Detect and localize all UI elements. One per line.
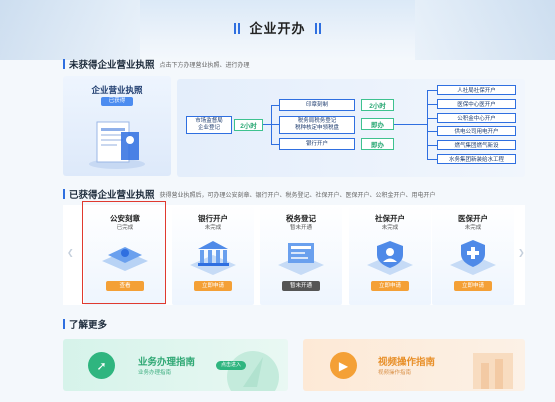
service-status: 未完成 xyxy=(381,225,399,231)
unavailable-button[interactable]: 暂未开通 xyxy=(282,281,320,291)
guide-subtitle: 业务办理指南 xyxy=(138,370,172,376)
apply-button[interactable]: 立即申请 xyxy=(194,281,232,291)
enter-button[interactable]: 点击进入 xyxy=(216,361,246,370)
page-title: 企业开办 xyxy=(0,18,555,37)
flow-step-social-security: 人社局社保开户 xyxy=(437,85,516,95)
service-status: 未完成 xyxy=(204,225,222,231)
apply-button[interactable]: 立即申请 xyxy=(371,281,409,291)
flow-time-badge: 2小时 xyxy=(234,119,263,131)
service-card-social[interactable]: 社保开户 未完成 立即申请 xyxy=(349,205,431,305)
business-guide-card[interactable]: ➚ 业务办理指南 业务办理指南 点击进入 xyxy=(63,339,288,391)
video-guide-card[interactable]: ▶ 视频操作指南 视频操作指南 xyxy=(303,339,525,391)
section-heading-more: 了解更多 xyxy=(63,317,107,331)
flow-step-fund: 公积金中心开户 xyxy=(437,113,516,123)
decor-pattern xyxy=(473,353,513,389)
chevron-left-icon[interactable]: ❮ xyxy=(67,248,74,257)
tax-icon xyxy=(278,243,324,275)
apply-button[interactable]: 立即申请 xyxy=(454,281,492,291)
medical-insurance-icon xyxy=(450,240,496,275)
license-illustration-icon xyxy=(89,121,145,169)
social-security-icon xyxy=(367,241,413,275)
selected-card-highlight xyxy=(82,201,166,304)
section-heading-licensed: 已获得企业营业执照 获得营业执照后，可办理公安刻章、银行开户、税务登记、社保开户、… xyxy=(63,187,436,201)
chevron-right-icon[interactable]: ❯ xyxy=(518,248,525,257)
compass-icon: ➚ xyxy=(88,352,115,379)
license-status-badge: 已获得 xyxy=(101,97,133,106)
video-guide-title: 视频操作指南 xyxy=(378,357,436,368)
service-card-tax[interactable]: 税务登记 暂未开通 暂未开通 xyxy=(260,205,342,305)
service-card-bank[interactable]: 银行开户 未完成 立即申请 xyxy=(172,205,254,305)
flow-time-badge: 即办 xyxy=(361,138,394,150)
flow-step-seal: 印章刻制 xyxy=(279,99,355,111)
service-card-medical[interactable]: 医保开户 未完成 立即申请 xyxy=(432,205,514,305)
flow-step-market-registration: 市场监督局 企业登记 xyxy=(186,116,232,134)
section-heading-unlicensed: 未获得企业营业执照 点击下方办理营业执照、进行办理 xyxy=(63,57,250,71)
guide-title: 业务办理指南 xyxy=(138,357,196,368)
service-status: 未完成 xyxy=(464,225,482,231)
flow-step-bank: 银行开户 xyxy=(279,138,355,150)
flow-time-badge: 即办 xyxy=(361,118,394,130)
flow-time-badge: 2小时 xyxy=(361,99,394,111)
bank-icon xyxy=(190,241,236,275)
license-title: 企业营业执照 xyxy=(91,85,143,95)
flow-step-water: 水务集团新装给水工程 xyxy=(437,154,516,164)
video-icon: ▶ xyxy=(330,352,357,379)
video-guide-subtitle: 视频操作指南 xyxy=(378,370,412,376)
flow-step-tax: 税务局税务登记 税种核定申领税盘 xyxy=(279,116,355,134)
flow-step-gas: 燃气集团燃气新设 xyxy=(437,140,516,150)
flow-step-medical: 医保中心医开户 xyxy=(437,99,516,109)
flow-step-power: 供电公司用电开户 xyxy=(437,126,516,136)
service-status: 暂未开通 xyxy=(289,225,312,231)
